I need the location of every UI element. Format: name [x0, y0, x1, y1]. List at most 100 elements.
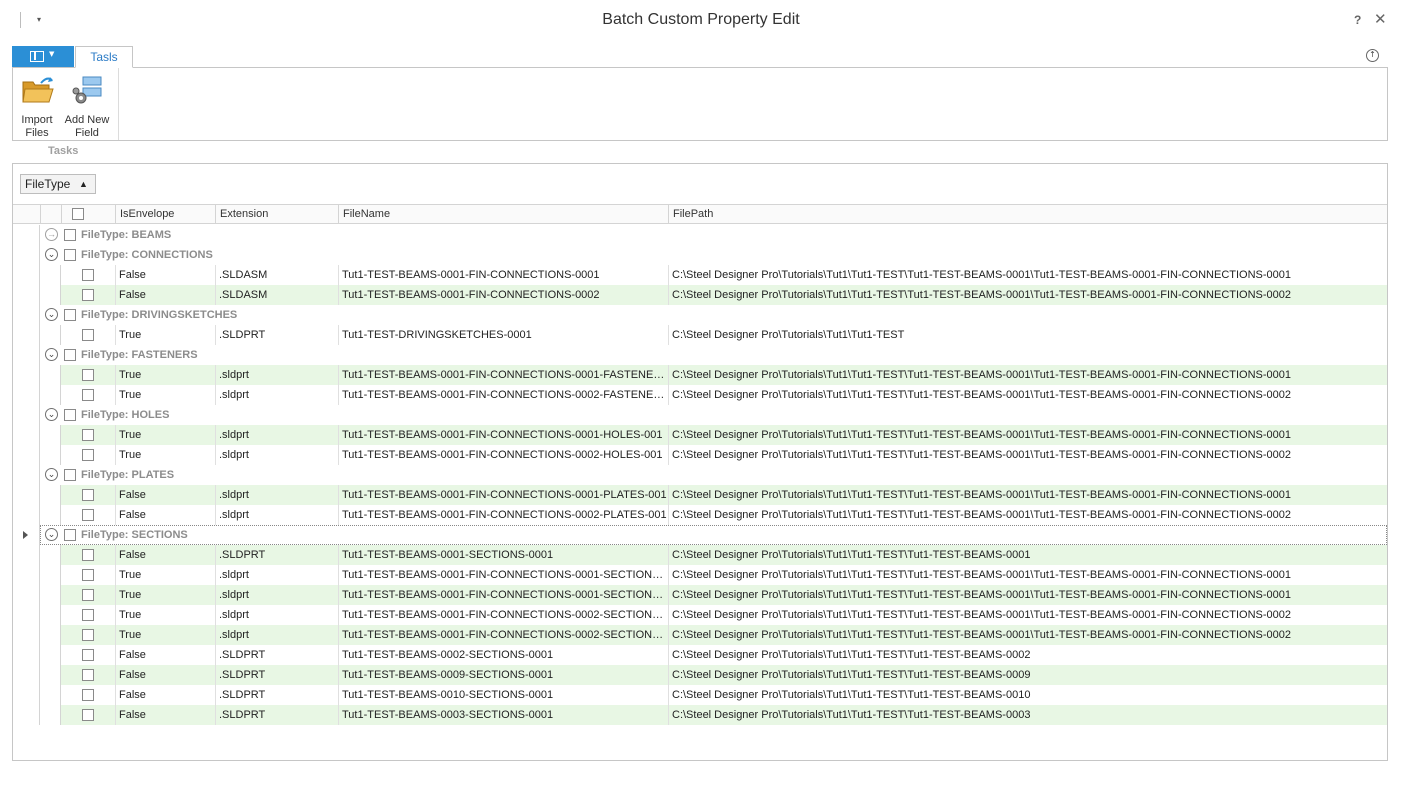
row-indicator[interactable]: [13, 365, 40, 385]
header-extension[interactable]: Extension: [215, 205, 338, 223]
cell-filepath[interactable]: C:\Steel Designer Pro\Tutorials\Tut1\Tut…: [668, 505, 1387, 525]
select-all-checkbox[interactable]: [72, 208, 84, 220]
cell-filepath[interactable]: C:\Steel Designer Pro\Tutorials\Tut1\Tut…: [668, 685, 1387, 705]
table-row[interactable]: False .SLDASM Tut1-TEST-BEAMS-0001-FIN-CON…: [13, 285, 1387, 305]
row-checkbox[interactable]: [82, 369, 94, 381]
cell-filename[interactable]: Tut1-TEST-BEAMS-0002-SECTIONS-0001: [338, 645, 668, 665]
cell-extension[interactable]: .sldprt: [215, 425, 338, 445]
row-indicator[interactable]: [13, 505, 40, 525]
table-row[interactable]: False .SLDPRT Tut1-TEST-BEAMS-0003-SECTION…: [13, 705, 1387, 725]
row-indicator[interactable]: [13, 445, 40, 465]
cell-extension[interactable]: .SLDASM: [215, 285, 338, 305]
table-row[interactable]: True .sldprt Tut1-TEST-BEAMS-0001-FIN-CONN…: [13, 605, 1387, 625]
row-indicator[interactable]: [13, 525, 40, 545]
cell-isenvelope[interactable]: True: [115, 565, 215, 585]
cell-filepath[interactable]: C:\Steel Designer Pro\Tutorials\Tut1\Tut…: [668, 265, 1387, 285]
cell-filepath[interactable]: C:\Steel Designer Pro\Tutorials\Tut1\Tut…: [668, 665, 1387, 685]
app-menu-button[interactable]: ▼: [12, 46, 74, 67]
group-collapse-icon[interactable]: ⌄: [45, 308, 58, 321]
header-filename[interactable]: FileName: [338, 205, 668, 223]
cell-isenvelope[interactable]: False: [115, 645, 215, 665]
cell-extension[interactable]: .sldprt: [215, 565, 338, 585]
row-checkbox[interactable]: [82, 669, 94, 681]
cell-filename[interactable]: Tut1-TEST-BEAMS-0001-FIN-CONNECTIONS-000…: [338, 425, 668, 445]
cell-filename[interactable]: Tut1-TEST-BEAMS-0001-FIN-CONNECTIONS-000…: [338, 385, 668, 405]
cell-extension[interactable]: .SLDPRT: [215, 545, 338, 565]
cell-isenvelope[interactable]: False: [115, 265, 215, 285]
cell-extension[interactable]: .SLDPRT: [215, 705, 338, 725]
row-checkbox[interactable]: [82, 629, 94, 641]
row-checkbox[interactable]: [82, 449, 94, 461]
row-indicator[interactable]: [13, 585, 40, 605]
group-by-filetype-chip[interactable]: FileType ▲: [20, 174, 96, 194]
cell-isenvelope[interactable]: True: [115, 605, 215, 625]
group-row[interactable]: ⌄ FileType: FASTENERS: [13, 345, 1387, 365]
row-indicator[interactable]: [13, 705, 40, 725]
minimize-ribbon-icon[interactable]: ↑: [1366, 49, 1379, 62]
cell-isenvelope[interactable]: True: [115, 585, 215, 605]
cell-filename[interactable]: Tut1-TEST-BEAMS-0001-FIN-CONNECTIONS-000…: [338, 505, 668, 525]
row-checkbox[interactable]: [82, 689, 94, 701]
row-indicator[interactable]: [13, 385, 40, 405]
group-row[interactable]: ⌄ FileType: DRIVINGSKETCHES: [13, 305, 1387, 325]
group-row[interactable]: ⌄ FileType: HOLES: [13, 405, 1387, 425]
tab-tasks[interactable]: Tasls: [75, 46, 133, 68]
row-checkbox[interactable]: [82, 549, 94, 561]
cell-isenvelope[interactable]: False: [115, 485, 215, 505]
cell-filepath[interactable]: C:\Steel Designer Pro\Tutorials\Tut1\Tut…: [668, 365, 1387, 385]
cell-extension[interactable]: .sldprt: [215, 485, 338, 505]
table-row[interactable]: False .SLDASM Tut1-TEST-BEAMS-0001-FIN-CON…: [13, 265, 1387, 285]
row-indicator[interactable]: [13, 485, 40, 505]
row-checkbox[interactable]: [82, 709, 94, 721]
row-checkbox[interactable]: [82, 429, 94, 441]
row-checkbox[interactable]: [82, 509, 94, 521]
cell-filename[interactable]: Tut1-TEST-BEAMS-0001-FIN-CONNECTIONS-000…: [338, 265, 668, 285]
cell-filepath[interactable]: C:\Steel Designer Pro\Tutorials\Tut1\Tut…: [668, 565, 1387, 585]
group-checkbox[interactable]: [64, 229, 76, 241]
row-checkbox[interactable]: [82, 389, 94, 401]
row-indicator[interactable]: [13, 565, 40, 585]
cell-filepath[interactable]: C:\Steel Designer Pro\Tutorials\Tut1\Tut…: [668, 705, 1387, 725]
row-indicator[interactable]: [13, 245, 40, 265]
row-indicator[interactable]: [13, 325, 40, 345]
cell-extension[interactable]: .SLDPRT: [215, 325, 338, 345]
group-expand-icon[interactable]: →: [45, 228, 58, 241]
row-indicator[interactable]: [13, 465, 40, 485]
cell-filepath[interactable]: C:\Steel Designer Pro\Tutorials\Tut1\Tut…: [668, 385, 1387, 405]
row-indicator[interactable]: [13, 665, 40, 685]
cell-extension[interactable]: .SLDPRT: [215, 665, 338, 685]
cell-isenvelope[interactable]: False: [115, 545, 215, 565]
row-indicator[interactable]: [13, 605, 40, 625]
group-checkbox[interactable]: [64, 469, 76, 481]
cell-filename[interactable]: Tut1-TEST-BEAMS-0009-SECTIONS-0001: [338, 665, 668, 685]
cell-filename[interactable]: Tut1-TEST-DRIVINGSKETCHES-0001: [338, 325, 668, 345]
cell-isenvelope[interactable]: False: [115, 665, 215, 685]
cell-filepath[interactable]: C:\Steel Designer Pro\Tutorials\Tut1\Tut…: [668, 325, 1387, 345]
group-checkbox[interactable]: [64, 409, 76, 421]
import-files-button[interactable]: Import Files: [13, 72, 61, 139]
cell-filepath[interactable]: C:\Steel Designer Pro\Tutorials\Tut1\Tut…: [668, 645, 1387, 665]
cell-filename[interactable]: Tut1-TEST-BEAMS-0001-FIN-CONNECTIONS-000…: [338, 585, 668, 605]
table-row[interactable]: True .sldprt Tut1-TEST-BEAMS-0001-FIN-CONN…: [13, 625, 1387, 645]
row-checkbox[interactable]: [82, 269, 94, 281]
table-row[interactable]: True .sldprt Tut1-TEST-BEAMS-0001-FIN-CONN…: [13, 565, 1387, 585]
cell-filename[interactable]: Tut1-TEST-BEAMS-0001-FIN-CONNECTIONS-000…: [338, 285, 668, 305]
row-indicator[interactable]: [13, 645, 40, 665]
row-indicator[interactable]: [13, 345, 40, 365]
cell-filepath[interactable]: C:\Steel Designer Pro\Tutorials\Tut1\Tut…: [668, 625, 1387, 645]
cell-filepath[interactable]: C:\Steel Designer Pro\Tutorials\Tut1\Tut…: [668, 585, 1387, 605]
table-row[interactable]: True .sldprt Tut1-TEST-BEAMS-0001-FIN-CONN…: [13, 385, 1387, 405]
row-indicator[interactable]: [13, 405, 40, 425]
table-row[interactable]: False .SLDPRT Tut1-TEST-BEAMS-0009-SECTION…: [13, 665, 1387, 685]
cell-filename[interactable]: Tut1-TEST-BEAMS-0001-SECTIONS-0001: [338, 545, 668, 565]
row-indicator[interactable]: [13, 225, 40, 245]
cell-isenvelope[interactable]: True: [115, 425, 215, 445]
row-checkbox[interactable]: [82, 569, 94, 581]
cell-extension[interactable]: .SLDASM: [215, 265, 338, 285]
cell-isenvelope[interactable]: True: [115, 385, 215, 405]
table-row[interactable]: True .sldprt Tut1-TEST-BEAMS-0001-FIN-CONN…: [13, 425, 1387, 445]
close-icon[interactable]: ✕: [1374, 10, 1387, 28]
table-row[interactable]: False .SLDPRT Tut1-TEST-BEAMS-0001-SECTION…: [13, 545, 1387, 565]
row-checkbox[interactable]: [82, 489, 94, 501]
cell-isenvelope[interactable]: True: [115, 365, 215, 385]
